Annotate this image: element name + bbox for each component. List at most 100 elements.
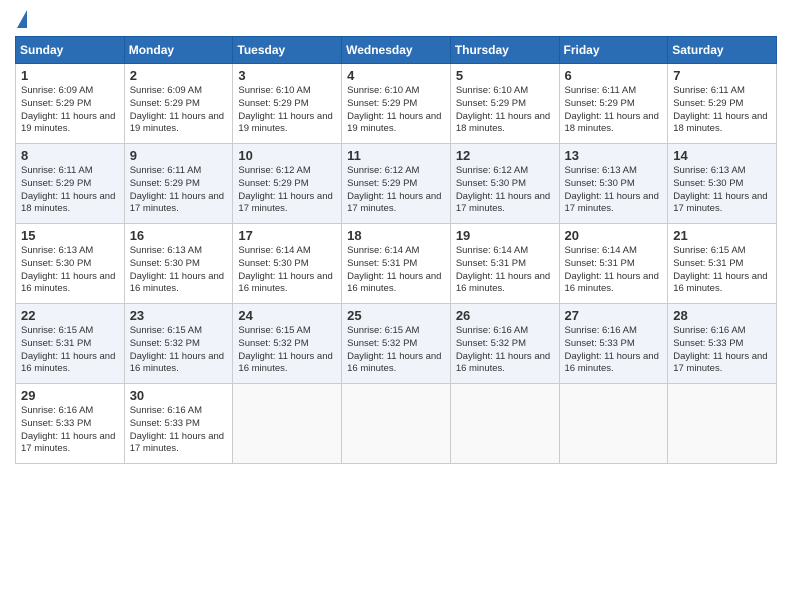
calendar-cell: 15 Sunrise: 6:13 AMSunset: 5:30 PMDayligh… [16,224,125,304]
calendar-cell: 24 Sunrise: 6:15 AMSunset: 5:32 PMDayligh… [233,304,342,384]
day-number: 25 [347,308,445,323]
calendar-cell: 6 Sunrise: 6:11 AMSunset: 5:29 PMDaylight… [559,64,668,144]
calendar-week-row: 1 Sunrise: 6:09 AMSunset: 5:29 PMDaylight… [16,64,777,144]
calendar-cell: 30 Sunrise: 6:16 AMSunset: 5:33 PMDayligh… [124,384,233,464]
day-number: 19 [456,228,554,243]
calendar-cell: 2 Sunrise: 6:09 AMSunset: 5:29 PMDaylight… [124,64,233,144]
calendar-cell: 13 Sunrise: 6:13 AMSunset: 5:30 PMDayligh… [559,144,668,224]
day-info: Sunrise: 6:16 AMSunset: 5:33 PMDaylight:… [673,325,771,376]
calendar-cell: 1 Sunrise: 6:09 AMSunset: 5:29 PMDaylight… [16,64,125,144]
day-number: 21 [673,228,771,243]
day-info: Sunrise: 6:15 AMSunset: 5:32 PMDaylight:… [238,325,336,376]
day-number: 30 [130,388,228,403]
day-number: 5 [456,68,554,83]
calendar-cell: 10 Sunrise: 6:12 AMSunset: 5:29 PMDayligh… [233,144,342,224]
header [15,10,777,30]
calendar-cell: 19 Sunrise: 6:14 AMSunset: 5:31 PMDayligh… [450,224,559,304]
logo-triangle-icon [17,10,27,28]
day-number: 22 [21,308,119,323]
day-info: Sunrise: 6:10 AMSunset: 5:29 PMDaylight:… [456,85,554,136]
logo [15,10,27,30]
calendar-week-row: 15 Sunrise: 6:13 AMSunset: 5:30 PMDayligh… [16,224,777,304]
calendar-cell: 20Sunrise: 6:14 AMSunset: 5:31 PMDayligh… [559,224,668,304]
day-number: 13 [565,148,663,163]
calendar-cell: 25 Sunrise: 6:15 AMSunset: 5:32 PMDayligh… [342,304,451,384]
calendar-cell: 11 Sunrise: 6:12 AMSunset: 5:29 PMDayligh… [342,144,451,224]
day-number: 16 [130,228,228,243]
calendar-header-row: SundayMondayTuesdayWednesdayThursdayFrid… [16,37,777,64]
day-number: 29 [21,388,119,403]
day-header-monday: Monday [124,37,233,64]
day-info: Sunrise: 6:13 AMSunset: 5:30 PMDaylight:… [130,245,228,296]
day-header-thursday: Thursday [450,37,559,64]
calendar-cell: 14 Sunrise: 6:13 AMSunset: 5:30 PMDayligh… [668,144,777,224]
calendar-cell: 3Sunrise: 6:10 AMSunset: 5:29 PMDaylight… [233,64,342,144]
calendar-cell [450,384,559,464]
day-info: Sunrise: 6:11 AMSunset: 5:29 PMDaylight:… [673,85,771,136]
calendar-cell: 9 Sunrise: 6:11 AMSunset: 5:29 PMDaylight… [124,144,233,224]
day-header-tuesday: Tuesday [233,37,342,64]
day-header-sunday: Sunday [16,37,125,64]
day-number: 14 [673,148,771,163]
day-info: Sunrise: 6:14 AMSunset: 5:31 PMDaylight:… [565,245,663,296]
day-info: Sunrise: 6:15 AMSunset: 5:31 PMDaylight:… [21,325,119,376]
day-header-friday: Friday [559,37,668,64]
calendar-cell [668,384,777,464]
calendar-cell: 21 Sunrise: 6:15 AMSunset: 5:31 PMDayligh… [668,224,777,304]
day-info: Sunrise: 6:13 AMSunset: 5:30 PMDaylight:… [565,165,663,216]
calendar-cell [342,384,451,464]
calendar-week-row: 29 Sunrise: 6:16 AMSunset: 5:33 PMDayligh… [16,384,777,464]
calendar-week-row: 22 Sunrise: 6:15 AMSunset: 5:31 PMDayligh… [16,304,777,384]
day-info: Sunrise: 6:16 AMSunset: 5:33 PMDaylight:… [565,325,663,376]
day-info: Sunrise: 6:09 AMSunset: 5:29 PMDaylight:… [21,85,119,136]
day-info: Sunrise: 6:13 AMSunset: 5:30 PMDaylight:… [673,165,771,216]
day-number: 11 [347,148,445,163]
calendar-cell: 22 Sunrise: 6:15 AMSunset: 5:31 PMDayligh… [16,304,125,384]
day-info: Sunrise: 6:14 AMSunset: 5:31 PMDaylight:… [347,245,445,296]
day-info: Sunrise: 6:12 AMSunset: 5:29 PMDaylight:… [238,165,336,216]
day-number: 2 [130,68,228,83]
day-info: Sunrise: 6:15 AMSunset: 5:32 PMDaylight:… [347,325,445,376]
day-info: Sunrise: 6:16 AMSunset: 5:33 PMDaylight:… [130,405,228,456]
calendar-cell: 12Sunrise: 6:12 AMSunset: 5:30 PMDayligh… [450,144,559,224]
day-number: 4 [347,68,445,83]
calendar-cell: 16 Sunrise: 6:13 AMSunset: 5:30 PMDayligh… [124,224,233,304]
calendar-table: SundayMondayTuesdayWednesdayThursdayFrid… [15,36,777,464]
day-info: Sunrise: 6:13 AMSunset: 5:30 PMDaylight:… [21,245,119,296]
calendar-cell: 29 Sunrise: 6:16 AMSunset: 5:33 PMDayligh… [16,384,125,464]
day-number: 6 [565,68,663,83]
day-info: Sunrise: 6:16 AMSunset: 5:32 PMDaylight:… [456,325,554,376]
day-number: 24 [238,308,336,323]
day-number: 17 [238,228,336,243]
day-number: 3 [238,68,336,83]
calendar-cell: 28 Sunrise: 6:16 AMSunset: 5:33 PMDayligh… [668,304,777,384]
day-info: Sunrise: 6:14 AMSunset: 5:30 PMDaylight:… [238,245,336,296]
day-number: 8 [21,148,119,163]
day-number: 15 [21,228,119,243]
day-number: 23 [130,308,228,323]
calendar-cell: 7Sunrise: 6:11 AMSunset: 5:29 PMDaylight… [668,64,777,144]
day-number: 28 [673,308,771,323]
day-number: 1 [21,68,119,83]
day-info: Sunrise: 6:12 AMSunset: 5:29 PMDaylight:… [347,165,445,216]
day-info: Sunrise: 6:11 AMSunset: 5:29 PMDaylight:… [130,165,228,216]
calendar-cell [559,384,668,464]
day-info: Sunrise: 6:14 AMSunset: 5:31 PMDaylight:… [456,245,554,296]
day-number: 10 [238,148,336,163]
day-number: 9 [130,148,228,163]
day-info: Sunrise: 6:11 AMSunset: 5:29 PMDaylight:… [565,85,663,136]
calendar-cell: 5 Sunrise: 6:10 AMSunset: 5:29 PMDaylight… [450,64,559,144]
day-info: Sunrise: 6:16 AMSunset: 5:33 PMDaylight:… [21,405,119,456]
calendar-cell: 26 Sunrise: 6:16 AMSunset: 5:32 PMDayligh… [450,304,559,384]
day-info: Sunrise: 6:11 AMSunset: 5:29 PMDaylight:… [21,165,119,216]
day-header-wednesday: Wednesday [342,37,451,64]
day-info: Sunrise: 6:15 AMSunset: 5:31 PMDaylight:… [673,245,771,296]
day-number: 26 [456,308,554,323]
calendar-cell: 27Sunrise: 6:16 AMSunset: 5:33 PMDayligh… [559,304,668,384]
calendar-cell: 17 Sunrise: 6:14 AMSunset: 5:30 PMDayligh… [233,224,342,304]
day-header-saturday: Saturday [668,37,777,64]
calendar-cell [233,384,342,464]
calendar-cell: 18Sunrise: 6:14 AMSunset: 5:31 PMDayligh… [342,224,451,304]
day-info: Sunrise: 6:09 AMSunset: 5:29 PMDaylight:… [130,85,228,136]
calendar-cell: 4Sunrise: 6:10 AMSunset: 5:29 PMDaylight… [342,64,451,144]
